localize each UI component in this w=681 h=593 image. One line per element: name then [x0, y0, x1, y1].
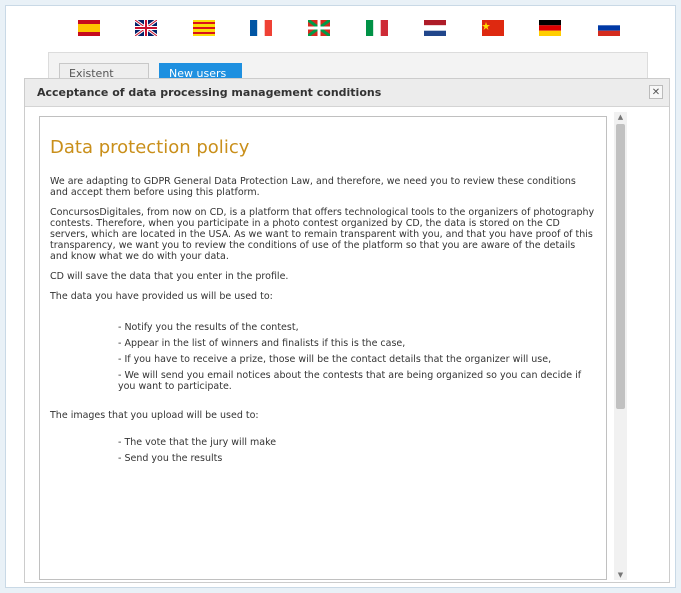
policy-heading: Data protection policy — [50, 137, 250, 158]
policy-data-used-intro: The data you have provided us will be us… — [50, 291, 273, 302]
scroll-thumb[interactable] — [616, 124, 625, 409]
policy-content[interactable]: Data protection policy We are adapting t… — [39, 116, 607, 580]
scroll-up-icon[interactable]: ▲ — [614, 112, 627, 122]
dialog-title: Acceptance of data processing management… — [37, 86, 382, 99]
image-uses-list: - The vote that the jury will make - Sen… — [118, 437, 596, 464]
data-uses-list: - Notify you the results of the contest,… — [118, 322, 596, 392]
list-item: - We will send you email notices about t… — [118, 370, 582, 392]
list-item: - Appear in the list of winners and fina… — [118, 338, 406, 349]
chinese-flag[interactable] — [482, 20, 504, 36]
policy-intro: We are adapting to GDPR General Data Pro… — [50, 176, 576, 198]
conditions-dialog: Acceptance of data processing management… — [24, 78, 670, 583]
list-item: - Notify you the results of the contest, — [118, 322, 299, 333]
german-flag[interactable] — [539, 20, 561, 36]
list-item: - The vote that the jury will make — [118, 437, 277, 448]
language-flags — [0, 20, 681, 42]
italian-flag[interactable] — [366, 20, 388, 36]
catalan-flag[interactable] — [193, 20, 215, 36]
scroll-down-icon[interactable]: ▼ — [614, 570, 627, 580]
close-icon[interactable]: ✕ — [649, 85, 663, 99]
french-flag[interactable] — [250, 20, 272, 36]
policy-about: ConcursosDigitales, from now on CD, is a… — [50, 207, 595, 262]
spanish-flag[interactable] — [78, 20, 100, 36]
dialog-scrollbar[interactable]: ▲ ▼ — [614, 112, 627, 580]
list-item: - Send you the results — [118, 453, 223, 464]
basque-flag[interactable] — [308, 20, 330, 36]
policy-images-intro: The images that you upload will be used … — [50, 410, 259, 421]
dialog-header: Acceptance of data processing management… — [25, 79, 669, 107]
list-item: - If you have to receive a prize, those … — [118, 354, 552, 365]
uk-flag[interactable] — [135, 20, 157, 36]
dutch-flag[interactable] — [424, 20, 446, 36]
russian-flag[interactable] — [598, 20, 620, 36]
policy-save-profile: CD will save the data that you enter in … — [50, 271, 289, 282]
